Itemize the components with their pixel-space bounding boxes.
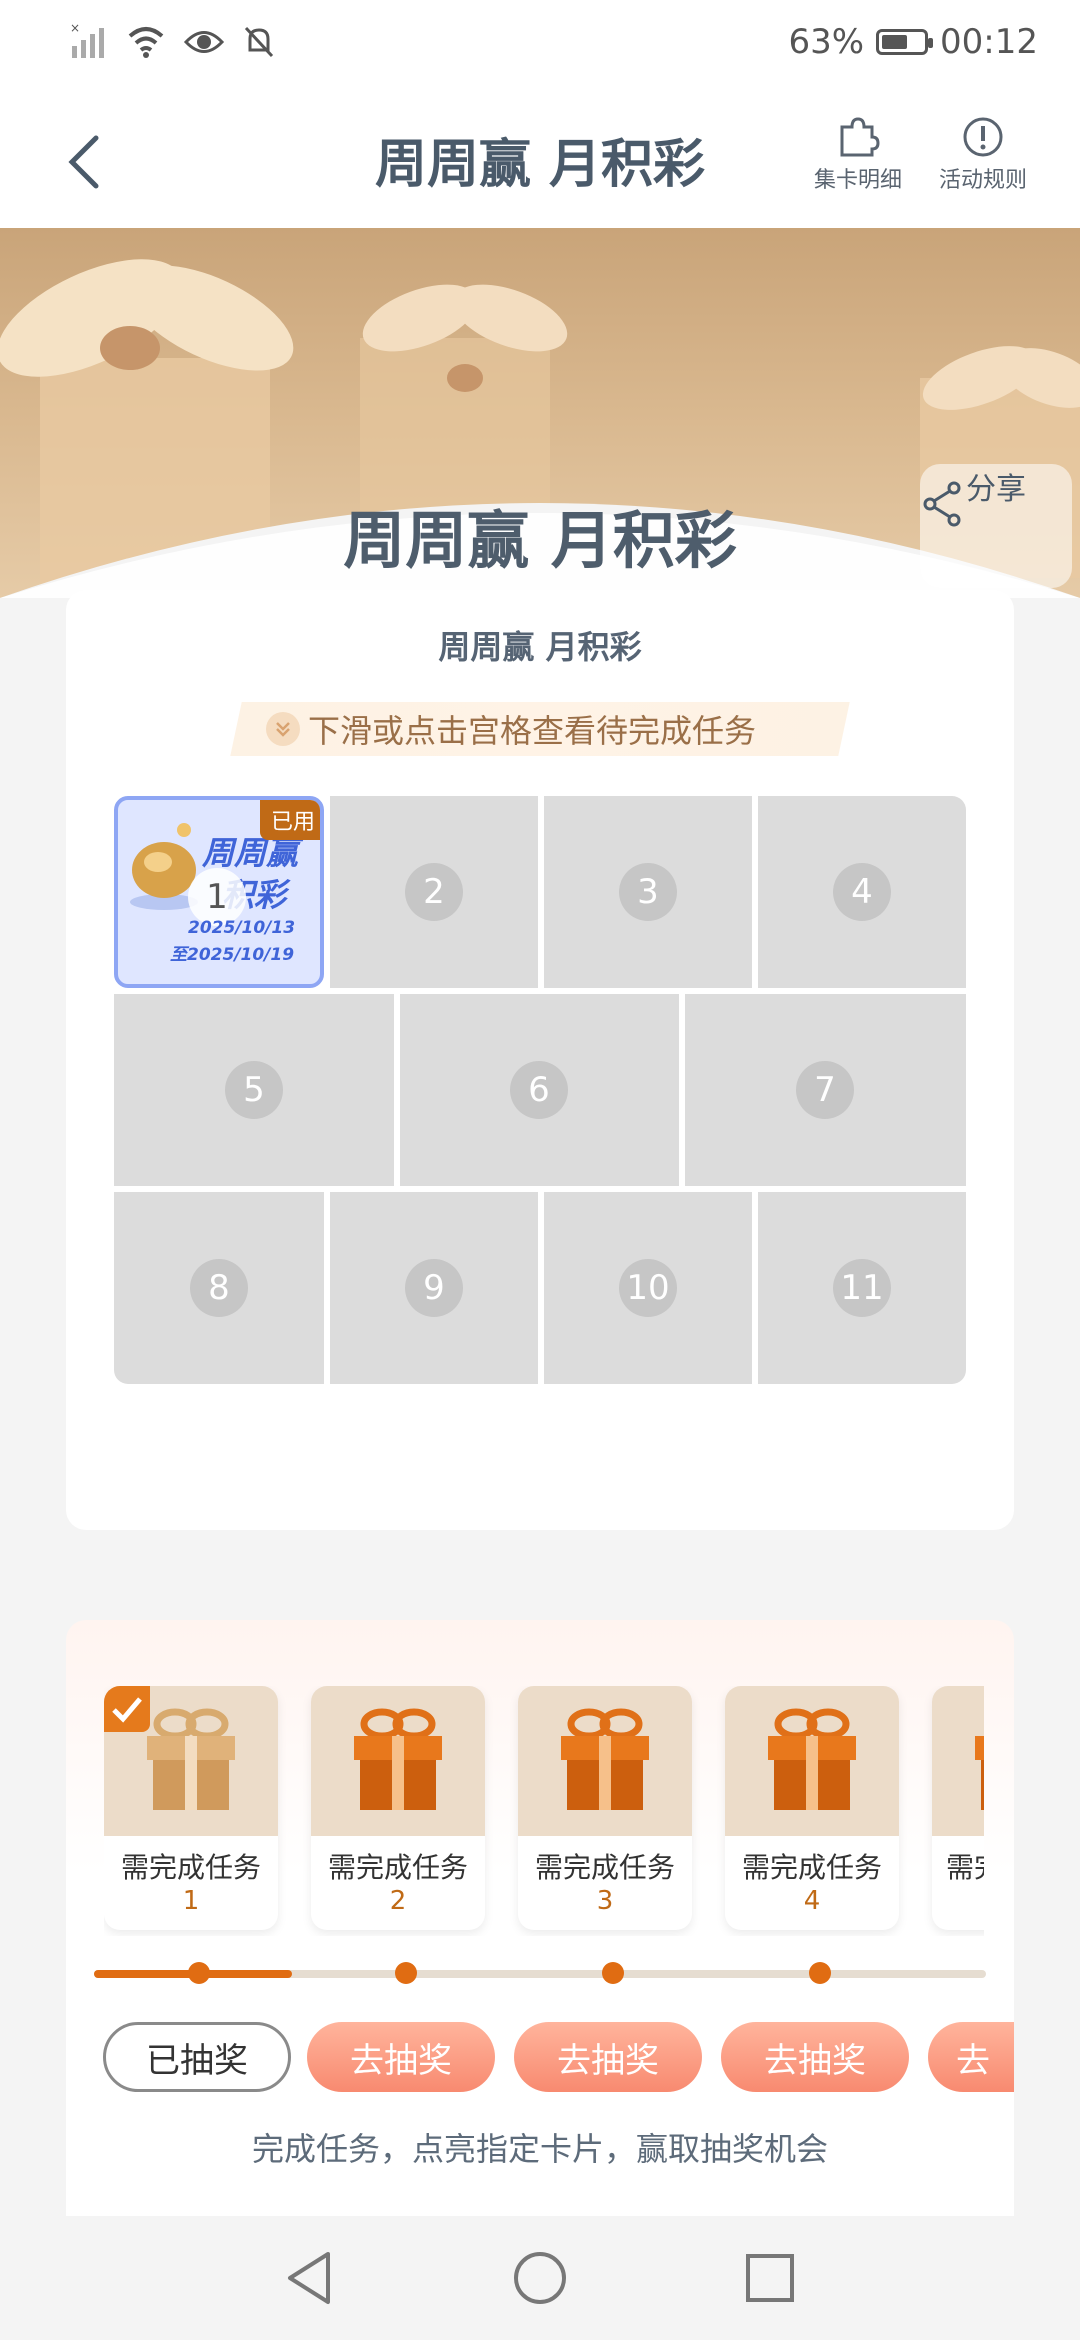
progress-dot-4 [809,1962,831,1984]
collection-title: 周周赢 月积彩 [438,628,642,666]
reward-item-2[interactable]: 需完成任务 2 [311,1686,485,1930]
system-nav-bar [0,2216,1080,2340]
cell-number: 6 [510,1061,568,1119]
cell-number: 5 [225,1061,283,1119]
cell-number: 4 [833,863,891,921]
used-badge: 已用 [260,800,320,840]
cell-number: 8 [190,1259,248,1317]
activity-title: 周周赢 月积彩 [343,504,737,577]
app-header: 周周赢 月积彩 集卡明细 活动规则 [0,92,1080,228]
progress-dot-1 [188,1962,210,1984]
lottery-description: 完成任务，点亮指定卡片，赢取抽奖机会 [251,2130,828,2168]
double-chevron-down-icon [266,712,300,746]
drawn-button[interactable]: 已抽奖 [103,2022,291,2092]
reward-label: 需完成任务 [534,1851,675,1884]
card-collection-panel: 周周赢 月积彩 下滑或点击宫格查看待完成任务 周周赢 积彩 1 2025/10/… [66,590,1014,1530]
nav-home-icon[interactable] [510,2248,570,2308]
grid-cell-3[interactable]: 3 [544,796,752,988]
grid-cell-9[interactable]: 9 [330,1192,538,1384]
reward-count: 3 [596,1886,614,1916]
card-detail-button[interactable]: 集卡明细 [803,112,913,194]
signal-icon: × [70,22,104,58]
battery-percent: 63% [788,22,865,62]
cell-number: 10 [619,1259,677,1317]
eye-icon [184,31,224,53]
grid-cell-8[interactable]: 8 [114,1192,324,1384]
gift-icon [768,1708,856,1810]
gift-icon [561,1708,649,1810]
card-date-start: 2025/10/13 [188,918,296,938]
hint-text: 下滑或点击宫格查看待完成任务 [308,712,757,750]
status-bar: × 63% 00:12 [0,0,1080,92]
progress-dot-3 [602,1962,624,1984]
rules-button[interactable]: 活动规则 [928,112,1038,194]
grid-cell-6[interactable]: 6 [400,994,679,1186]
page-title: 周周赢 月积彩 [374,135,706,195]
card-grid: 周周赢 积彩 1 2025/10/13 至2025/10/19 已用 2 3 4… [114,796,966,1384]
mute-bell-icon [244,26,274,58]
cell-number: 9 [405,1259,463,1317]
reward-label: 需完成任务 [120,1851,261,1884]
draw-button-5[interactable]: 去 [928,2022,1014,2092]
gift-icon [147,1708,235,1810]
clock: 00:12 [940,22,1038,62]
hint: 下滑或点击宫格查看待完成任务 [266,702,756,756]
draw-button-4[interactable]: 去抽奖 [721,2022,909,2092]
cell-number: 11 [833,1259,891,1317]
battery-icon [876,29,934,55]
puzzle-icon [840,117,880,157]
grid-cell-11[interactable]: 11 [758,1192,966,1384]
reward-item-5[interactable]: 需完 [932,1686,984,1930]
gift-icon [354,1708,442,1810]
svg-text:×: × [70,22,80,35]
wifi-icon [128,27,164,58]
grid-cell-2[interactable]: 2 [330,796,538,988]
progress-track [94,1970,986,1978]
nav-recents-icon[interactable] [740,2248,800,2308]
grid-cell-4[interactable]: 4 [758,796,966,988]
reward-count: 1 [182,1886,200,1916]
draw-button-3[interactable]: 去抽奖 [514,2022,702,2092]
reward-list[interactable]: 需完成任务 1 需完成任务 2 需完成任务 3 需完成任务 4 需 [104,1686,984,1936]
progress-dot-2 [395,1962,417,1984]
nav-back-icon[interactable] [280,2248,340,2308]
reward-label: 需完成任务 [327,1851,468,1884]
reward-label: 需完成任务 [741,1851,882,1884]
grid-cell-10[interactable]: 10 [544,1192,752,1384]
status-icons: × [70,22,276,62]
reward-item-1[interactable]: 需完成任务 1 [104,1686,278,1930]
info-icon [963,117,1003,157]
reward-item-3[interactable]: 需完成任务 3 [518,1686,692,1930]
cell-number: 2 [405,863,463,921]
grid-cell-5[interactable]: 5 [114,994,394,1186]
cell-number: 3 [619,863,677,921]
reward-item-4[interactable]: 需完成任务 4 [725,1686,899,1930]
checked-checkbox-icon [104,1686,150,1732]
card-date-end: 至2025/10/19 [170,945,295,965]
grid-cell-1[interactable]: 周周赢 积彩 1 2025/10/13 至2025/10/19 已用 [114,796,324,988]
rules-label: 活动规则 [938,168,1027,193]
reward-count: 4 [803,1886,821,1916]
gift-icon [975,1736,984,1810]
cell-number: 7 [796,1061,854,1119]
draw-button-2[interactable]: 去抽奖 [307,2022,495,2092]
card-detail-label: 集卡明细 [813,168,902,193]
reward-count: 2 [389,1886,407,1916]
reward-label: 需完 [946,1851,984,1884]
grid-cell-7[interactable]: 7 [685,994,966,1186]
